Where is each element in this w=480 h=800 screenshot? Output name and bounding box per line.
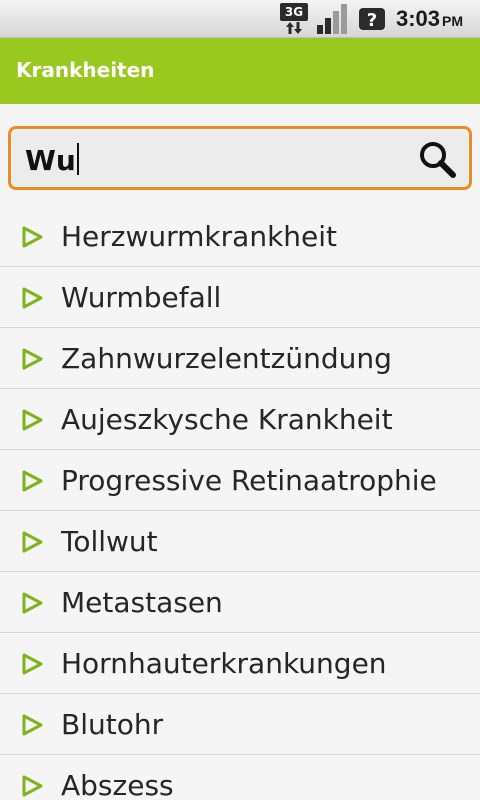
list-item-label: Tollwut xyxy=(61,525,158,558)
results-list: Herzwurmkrankheit Wurmbefall Zahnwurzelent… xyxy=(0,206,480,800)
status-bar: 3G ? 3:03 PM xyxy=(0,0,480,38)
list-item[interactable]: Abszess xyxy=(0,755,480,800)
play-arrow-icon xyxy=(22,470,43,492)
play-arrow-icon xyxy=(22,409,43,431)
list-item-label: Zahnwurzelentzündung xyxy=(61,342,392,375)
play-arrow-icon xyxy=(22,592,43,614)
text-caret xyxy=(76,143,79,175)
list-item-label: Hornhauterkrankungen xyxy=(61,647,387,680)
list-item[interactable]: Blutohr xyxy=(0,694,480,755)
title-bar: Krankheiten xyxy=(0,38,480,104)
list-item[interactable]: Tollwut xyxy=(0,511,480,572)
signal-strength-icon xyxy=(317,4,347,34)
list-item[interactable]: Hornhauterkrankungen xyxy=(0,633,480,694)
list-item[interactable]: Progressive Retinaatrophie xyxy=(0,450,480,511)
svg-text:?: ? xyxy=(367,10,377,31)
data-activity-icon xyxy=(286,22,302,34)
search-icon[interactable] xyxy=(417,139,457,179)
list-item-label: Blutohr xyxy=(61,708,164,741)
play-arrow-icon xyxy=(22,653,43,675)
clock: 3:03 PM xyxy=(396,6,463,32)
play-arrow-icon xyxy=(22,714,43,736)
no-sim-icon: ? xyxy=(359,8,385,31)
list-item[interactable]: Zahnwurzelentzündung xyxy=(0,328,480,389)
play-arrow-icon xyxy=(22,287,43,309)
search-field[interactable]: Wu xyxy=(8,126,472,190)
list-item[interactable]: Herzwurmkrankheit xyxy=(0,206,480,267)
page-title: Krankheiten xyxy=(16,58,155,82)
search-input[interactable]: Wu xyxy=(25,143,79,177)
clock-time: 3:03 xyxy=(396,6,441,31)
3g-data-icon: 3G xyxy=(280,3,310,35)
play-arrow-icon xyxy=(22,775,43,797)
list-item-label: Progressive Retinaatrophie xyxy=(61,464,437,497)
list-item-label: Metastasen xyxy=(61,586,223,619)
list-item[interactable]: Metastasen xyxy=(0,572,480,633)
play-arrow-icon xyxy=(22,348,43,370)
play-arrow-icon xyxy=(22,531,43,553)
network-type-label: 3G xyxy=(280,3,308,21)
clock-ampm: PM xyxy=(442,13,464,29)
list-item-label: Aujeszkysche Krankheit xyxy=(61,403,393,436)
list-item-label: Herzwurmkrankheit xyxy=(61,220,338,253)
play-arrow-icon xyxy=(22,226,43,248)
list-item-label: Abszess xyxy=(61,769,174,800)
search-value: Wu xyxy=(25,144,76,177)
list-item[interactable]: Aujeszkysche Krankheit xyxy=(0,389,480,450)
list-item[interactable]: Wurmbefall xyxy=(0,267,480,328)
list-item-label: Wurmbefall xyxy=(61,281,222,314)
